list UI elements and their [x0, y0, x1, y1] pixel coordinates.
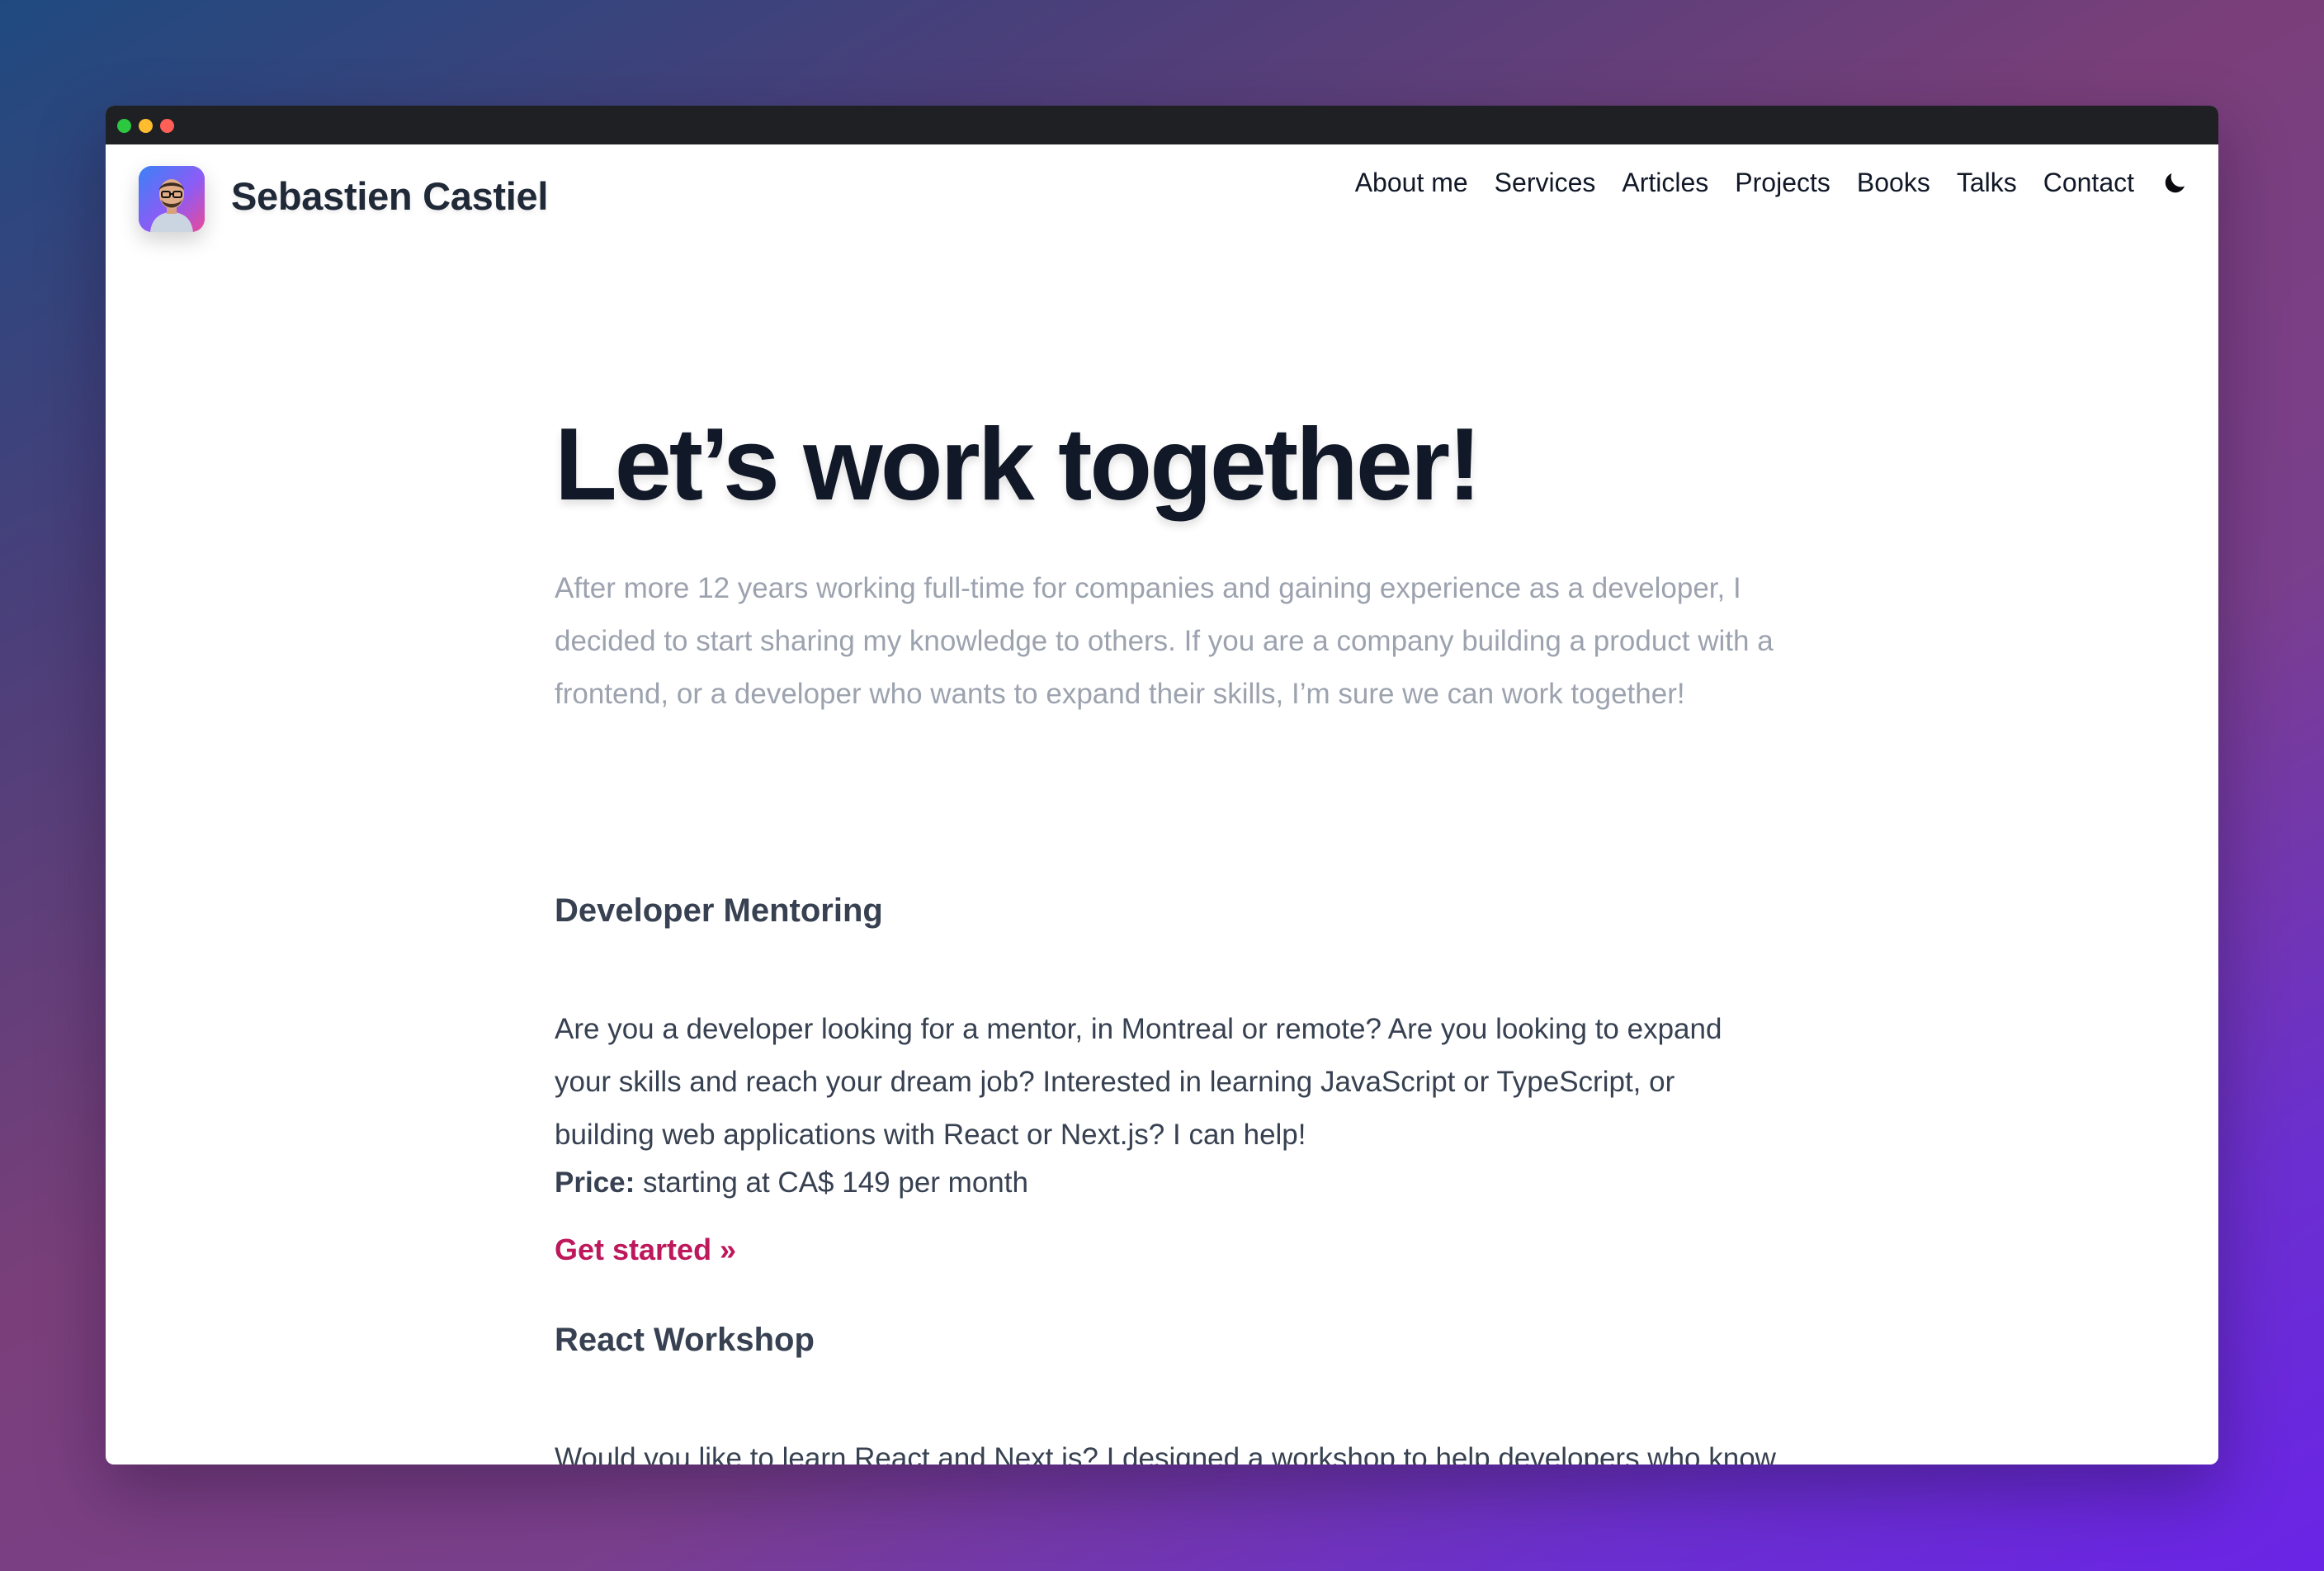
- window-titlebar: [106, 106, 2218, 144]
- page-title: Let’s work together!: [555, 408, 1481, 522]
- price-label: Price:: [555, 1166, 635, 1199]
- site-title[interactable]: Sebastien Castiel: [231, 173, 548, 219]
- section-description-developer-mentoring: Are you a developer looking for a mentor…: [555, 1013, 1722, 1151]
- site-header: Sebastien Castiel About me Services Arti…: [106, 144, 2218, 252]
- nav-link-services[interactable]: Services: [1495, 168, 1596, 198]
- nav-link-projects[interactable]: Projects: [1735, 168, 1830, 198]
- main-nav: About me Services Articles Projects Book…: [1355, 168, 2189, 198]
- get-started-link[interactable]: Get started »: [555, 1233, 736, 1267]
- price-line: Price: starting at CA$ 149 per month: [555, 1166, 1028, 1200]
- section-description-react-workshop: Would you like to learn React and Next.j…: [555, 1442, 1776, 1465]
- browser-window: Sebastien Castiel About me Services Arti…: [106, 106, 2218, 1465]
- avatar[interactable]: [139, 166, 205, 232]
- portrait-avatar-icon: [139, 166, 205, 232]
- nav-link-about-me[interactable]: About me: [1355, 168, 1468, 198]
- section-title-react-workshop: React Workshop: [555, 1322, 815, 1358]
- moon-icon[interactable]: [2161, 169, 2189, 197]
- nav-link-talks[interactable]: Talks: [1957, 168, 2017, 198]
- intro-paragraph: After more 12 years working full-time fo…: [555, 572, 1774, 710]
- nav-link-articles[interactable]: Articles: [1622, 168, 1708, 198]
- window-maximize-button[interactable]: [117, 119, 131, 133]
- window-close-button[interactable]: [160, 119, 174, 133]
- section-title-developer-mentoring: Developer Mentoring: [555, 892, 883, 929]
- price-value: starting at CA$ 149 per month: [643, 1166, 1028, 1199]
- window-minimize-button[interactable]: [139, 119, 153, 133]
- nav-link-books[interactable]: Books: [1857, 168, 1930, 198]
- nav-link-contact[interactable]: Contact: [2043, 168, 2134, 198]
